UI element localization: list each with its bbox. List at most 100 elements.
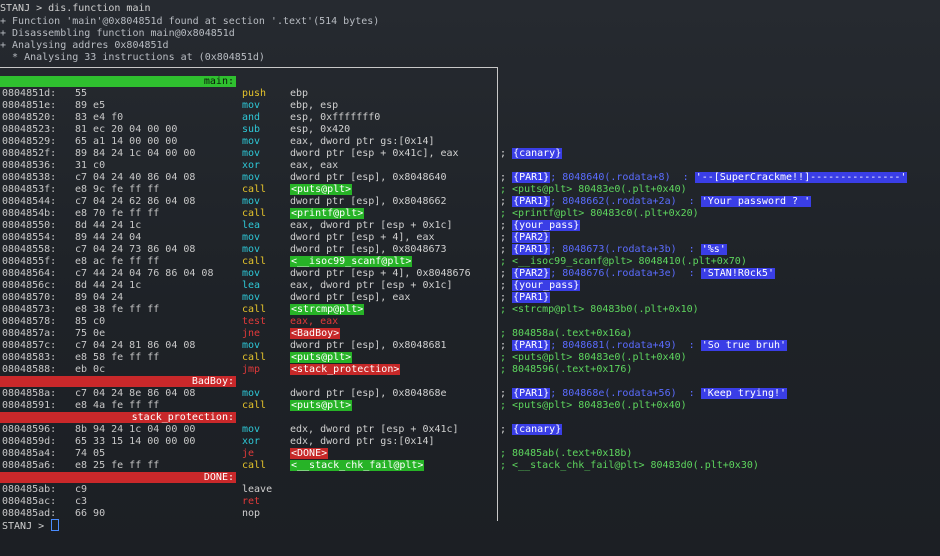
label-main-row: main: <box>0 76 940 88</box>
instruction-operands: edx, dword ptr gs:[0x14] <box>290 436 435 447</box>
instruction-row: 08048538: c7 04 24 40 86 04 08 mov dword pt… <box>0 172 940 184</box>
instruction-row: 08048520: 83 e4 f0 and esp, 0xfffffff0 <box>0 112 940 124</box>
instruction-address: 080485ac: <box>2 496 57 507</box>
instruction-address: 08048596: <box>2 424 57 435</box>
instruction-address: 08048550: <box>2 220 57 231</box>
instruction-operands: eax, eax <box>290 160 339 171</box>
jump-target[interactable]: <DONE> <box>290 448 329 459</box>
instruction-operands: <puts@plt> <box>290 184 353 196</box>
instruction-mnemonic: lea <box>242 220 261 231</box>
instruction-row: 0804852f: 89 84 24 1c 04 00 00 mov dword pt… <box>0 148 940 160</box>
instruction-address: 080485a6: <box>2 460 57 471</box>
comment-reference: ; 804858a(.text+0x16a) <box>500 328 633 339</box>
instruction-comment: ; <puts@plt> 80483e0(.plt+0x40) <box>500 184 687 196</box>
call-target[interactable]: <__stack_chk_fail@plt> <box>290 460 425 471</box>
instruction-comment: ; <__stack_chk_fail@plt> 80483d0(.plt+0x… <box>500 460 759 472</box>
instruction-address: 0804857a: <box>2 328 57 339</box>
comment-variable[interactable]: {PAR1} <box>512 292 551 303</box>
comment-reference: ; <puts@plt> 80483e0(.plt+0x40) <box>500 184 687 195</box>
instruction-operands: edx, dword ptr [esp + 0x41c] <box>290 424 459 435</box>
instruction-mnemonic: call <box>242 208 267 219</box>
comment-reference: ; <strcmp@plt> 80483b0(.plt+0x10) <box>500 304 699 315</box>
instruction-bytes: 8d 44 24 1c <box>75 220 142 231</box>
instruction-mnemonic: test <box>242 316 267 327</box>
instruction-address: 08048538: <box>2 172 57 183</box>
instruction-bytes: 66 90 <box>75 508 106 519</box>
comment-variable[interactable]: {your_pass} <box>512 220 581 231</box>
instruction-operands: dword ptr [esp], 0x8048681 <box>290 340 447 351</box>
comment-data-address: ; 8048673(.rodata+3b) : <box>550 244 695 255</box>
instruction-bytes: 81 ec 20 04 00 00 <box>75 124 178 135</box>
comment-string-literal: 'STAN!R0ck5' <box>700 268 775 279</box>
instruction-operands: dword ptr [esp + 0x41c], eax <box>290 148 459 159</box>
comment-data-address: ; 8048681(.rodata+49) : <box>550 340 695 351</box>
instruction-address: 0804853f: <box>2 184 57 195</box>
instruction-comment: ; <puts@plt> 80483e0(.plt+0x40) <box>500 352 687 364</box>
comment-reference: ; 8048596(.text+0x176) <box>500 364 633 375</box>
jump-target[interactable]: <BadBoy> <box>290 328 341 339</box>
instruction-row: 080485ab: c9 leave <box>0 484 940 496</box>
comment-variable[interactable]: {your_pass} <box>512 280 581 291</box>
comment-variable[interactable]: {PAR2} <box>512 232 551 243</box>
comment-string-literal: '%s' <box>700 244 727 255</box>
call-target[interactable]: <__isoc99_scanf@plt> <box>290 256 413 267</box>
instruction-bytes: 8d 44 24 1c <box>75 280 142 291</box>
comment-reference: ; <puts@plt> 80483e0(.plt+0x40) <box>500 400 687 411</box>
instruction-row: 0804851e: 89 e5 mov ebp, esp <box>0 100 940 112</box>
instruction-address: 0804854b: <box>2 208 57 219</box>
comment-variable[interactable]: {PAR1} <box>512 244 551 255</box>
instruction-comment: ; {canary} <box>500 424 563 436</box>
label-badboy: BadBoy: <box>191 376 234 387</box>
instruction-row: 08048596: 8b 94 24 1c 04 00 00 mov edx, dwo… <box>0 424 940 436</box>
shell-prompt[interactable]: STANJ > <box>2 519 60 532</box>
instruction-operands: dword ptr [esp], 0x804868e <box>290 388 447 399</box>
comment-reference: ; <puts@plt> 80483e0(.plt+0x40) <box>500 352 687 363</box>
instruction-bytes: c7 04 24 40 86 04 08 <box>75 172 196 183</box>
comment-separator: ; <box>500 172 507 183</box>
comment-variable[interactable]: {PAR1} <box>512 196 551 207</box>
command-line: STANJ > dis.function main <box>0 3 151 14</box>
instruction-bytes: 83 e4 f0 <box>75 112 124 123</box>
label-bar-done: DONE: <box>0 472 236 483</box>
instruction-bytes: c7 04 24 81 86 04 08 <box>75 340 196 351</box>
call-target[interactable]: <strcmp@plt> <box>290 304 365 315</box>
instruction-comment: ; {PAR1}; 8048673(.rodata+3b) : '%s' <box>500 244 727 256</box>
instruction-address: 08048523: <box>2 124 57 135</box>
comment-string-literal: 'Keep trying!' <box>700 388 788 399</box>
instruction-mnemonic: mov <box>242 292 261 303</box>
instruction-row: 08048573: e8 38 fe ff ff call <strcmp@plt>;… <box>0 304 940 316</box>
comment-variable[interactable]: {PAR2} <box>512 268 551 279</box>
instruction-row: 0804858a: c7 04 24 8e 86 04 08 mov dword pt… <box>0 388 940 400</box>
instruction-bytes: 31 c0 <box>75 160 106 171</box>
jump-target[interactable]: <stack_protection> <box>290 364 401 375</box>
instruction-operands: eax, dword ptr gs:[0x14] <box>290 136 435 147</box>
comment-variable[interactable]: {PAR1} <box>512 340 551 351</box>
text-cursor[interactable] <box>51 519 60 531</box>
instruction-mnemonic: call <box>242 256 267 267</box>
instruction-mnemonic: lea <box>242 280 261 291</box>
comment-variable[interactable]: {canary} <box>512 424 563 435</box>
instruction-mnemonic: jne <box>242 328 261 339</box>
terminal-window[interactable]: STANJ > dis.function main + Function 'ma… <box>0 0 940 556</box>
output-line-disassembling: + Disassembling function main@0x804851d <box>0 28 235 39</box>
instruction-row: 08048564: c7 44 24 04 76 86 04 08 mov dword… <box>0 268 940 280</box>
instruction-mnemonic: mov <box>242 100 261 111</box>
comment-variable[interactable]: {canary} <box>512 148 563 159</box>
instruction-bytes: e8 4a fe ff ff <box>75 400 160 411</box>
instruction-mnemonic: mov <box>242 172 261 183</box>
call-target[interactable]: <puts@plt> <box>290 400 353 411</box>
call-target[interactable]: <printf@plt> <box>290 208 365 219</box>
instruction-address: 08048536: <box>2 160 57 171</box>
instruction-row: 08048578: 85 c0 test eax, eax <box>0 316 940 328</box>
call-target[interactable]: <puts@plt> <box>290 184 353 195</box>
comment-separator: ; <box>500 232 507 243</box>
call-target[interactable]: <puts@plt> <box>290 352 353 363</box>
instruction-row: 08048529: 65 a1 14 00 00 00 mov eax, dword … <box>0 136 940 148</box>
instruction-row: 08048591: e8 4a fe ff ff call <puts@plt> ; <… <box>0 400 940 412</box>
instruction-comment: ; {PAR1}; 8048662(.rodata+2a) : 'Your pa… <box>500 196 812 208</box>
instruction-mnemonic: mov <box>242 244 261 255</box>
comment-variable[interactable]: {PAR1} <box>512 172 551 183</box>
comment-variable[interactable]: {PAR1} <box>512 388 551 399</box>
instruction-bytes: 75 0e <box>75 328 106 339</box>
instruction-bytes: c7 04 24 62 86 04 08 <box>75 196 196 207</box>
